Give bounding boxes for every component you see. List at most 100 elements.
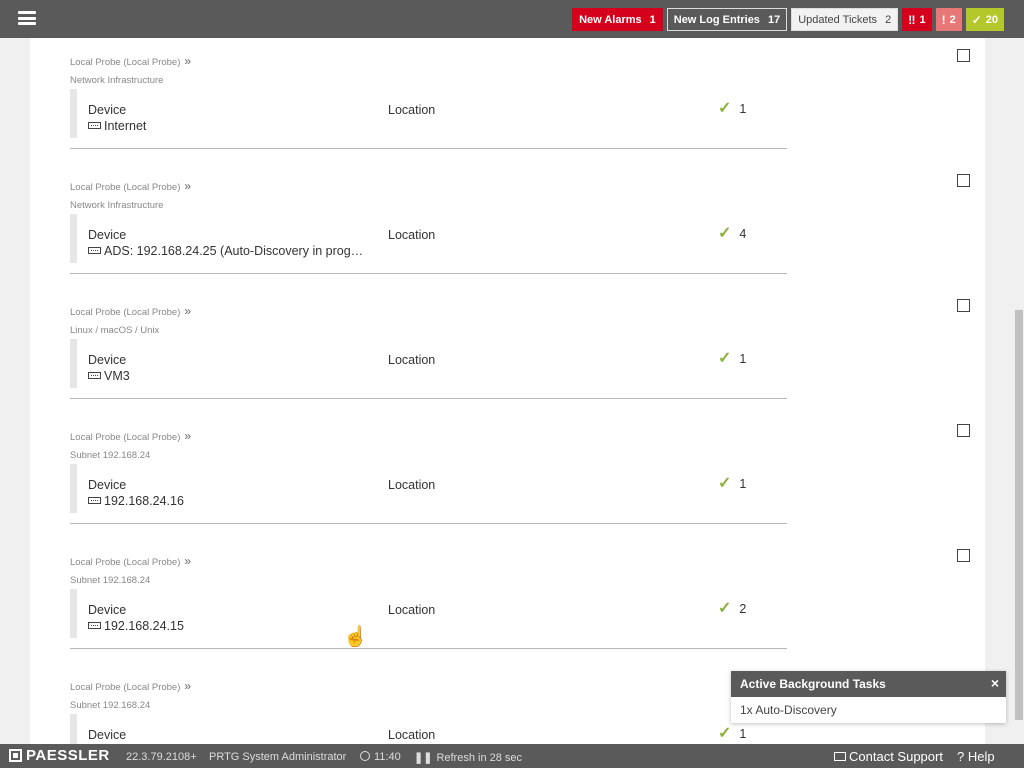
group-link[interactable]: Network Infrastructure	[70, 197, 191, 215]
row-indicator	[70, 89, 77, 138]
close-icon[interactable]: ×	[991, 675, 999, 691]
up-sensors-button[interactable]: ✓ 20	[965, 8, 1004, 31]
sensor-count: 4	[739, 227, 747, 241]
result-entry: Local Probe (Local Probe) » Subnet 192.16…	[30, 413, 985, 538]
double-chevron-icon: »	[184, 179, 192, 193]
divider	[70, 523, 787, 524]
result-entry: Local Probe (Local Probe) » Network Infra…	[30, 38, 985, 163]
status-badges: New Alarms 1 New Log Entries 17 Updated …	[572, 8, 1004, 31]
hamburger-menu-icon[interactable]	[18, 11, 36, 25]
updated-tickets-button[interactable]: Updated Tickets 2	[791, 8, 899, 31]
location-label: Location	[388, 228, 436, 242]
select-checkbox[interactable]	[957, 424, 970, 437]
result-entry: Local Probe (Local Probe) » Network Infra…	[30, 163, 985, 288]
select-checkbox[interactable]	[957, 49, 970, 62]
device-row[interactable]: Device ADS: 192.168.24.25 (Auto-Discover…	[70, 214, 787, 264]
group-link[interactable]: Subnet 192.168.24	[70, 697, 191, 715]
breadcrumb: Local Probe (Local Probe) » Linux / macOS…	[70, 302, 191, 340]
paessler-logo: PAESSLER	[9, 747, 110, 764]
probe-link[interactable]: Local Probe (Local Probe)	[70, 557, 180, 568]
divider	[70, 398, 787, 399]
probe-link[interactable]: Local Probe (Local Probe)	[70, 57, 180, 68]
device-label: Device	[88, 728, 127, 742]
contact-support-link[interactable]: Contact Support	[834, 749, 943, 764]
down-sensors-count: 1	[919, 13, 926, 26]
sensor-count: 1	[739, 352, 747, 366]
new-alarms-count: 1	[649, 13, 656, 26]
device-label: Device	[88, 103, 127, 117]
probe-link[interactable]: Local Probe (Local Probe)	[70, 432, 180, 443]
background-tasks-title: Active Background Tasks	[740, 677, 886, 691]
probe-link[interactable]: Local Probe (Local Probe)	[70, 307, 180, 318]
device-name[interactable]: Internet	[88, 119, 146, 133]
down-sensors-button[interactable]: ‼ 1	[902, 8, 932, 31]
check-icon: ✓	[718, 475, 732, 492]
group-link[interactable]: Network Infrastructure	[70, 72, 191, 90]
sensor-count: 1	[739, 477, 747, 491]
background-tasks-header: Active Background Tasks ×	[731, 671, 1006, 697]
sensor-count: 1	[739, 727, 747, 741]
device-row[interactable]: Device Internet Location ✓ 1	[70, 89, 787, 139]
select-checkbox[interactable]	[957, 174, 970, 187]
location-label: Location	[388, 353, 436, 367]
top-bar: New Alarms 1 New Log Entries 17 Updated …	[0, 0, 1024, 38]
exclamation-icon: !	[941, 12, 946, 27]
divider	[70, 648, 787, 649]
new-alarms-button[interactable]: New Alarms 1	[572, 8, 663, 31]
group-link[interactable]: Subnet 192.168.24	[70, 572, 191, 590]
check-icon: ✓	[718, 350, 732, 367]
device-row[interactable]: Device 192.168.24.16 Location ✓ 1	[70, 464, 787, 514]
device-row[interactable]: Device Location ✓ 1	[70, 714, 787, 744]
select-checkbox[interactable]	[957, 299, 970, 312]
double-chevron-icon: »	[184, 54, 192, 68]
warning-sensors-button[interactable]: ! 2	[935, 8, 962, 31]
user-link[interactable]: PRTG System Administrator	[209, 751, 346, 763]
device-icon	[88, 247, 101, 254]
new-log-entries-button[interactable]: New Log Entries 17	[666, 8, 788, 31]
logo-text: PAESSLER	[26, 747, 110, 764]
scrollbar-track[interactable]	[1014, 38, 1024, 744]
device-name[interactable]: 192.168.24.16	[88, 494, 184, 508]
sensor-count: 2	[739, 602, 747, 616]
location-label: Location	[388, 103, 436, 117]
device-name[interactable]: ADS: 192.168.24.25 (Auto-Discovery in pr…	[88, 244, 363, 258]
device-icon	[88, 622, 101, 629]
new-alarms-label: New Alarms	[579, 13, 642, 26]
device-name[interactable]: 192.168.24.15	[88, 619, 184, 633]
breadcrumb: Local Probe (Local Probe) » Subnet 192.16…	[70, 677, 191, 715]
row-indicator	[70, 339, 77, 388]
refresh-toggle[interactable]: ❚❚ Refresh in 28 sec	[414, 751, 522, 764]
up-sensors-count: 20	[985, 13, 998, 26]
group-link[interactable]: Linux / macOS / Unix	[70, 322, 191, 340]
select-checkbox[interactable]	[957, 549, 970, 562]
updated-tickets-count: 2	[885, 13, 892, 26]
result-entry: Local Probe (Local Probe) » Linux / macOS…	[30, 288, 985, 413]
probe-link[interactable]: Local Probe (Local Probe)	[70, 682, 180, 693]
help-label: Help	[967, 749, 995, 764]
results-panel: Local Probe (Local Probe) » Network Infra…	[30, 38, 985, 744]
row-indicator	[70, 464, 77, 513]
group-link[interactable]: Subnet 192.168.24	[70, 447, 191, 465]
device-label: Device	[88, 228, 127, 242]
double-exclamation-icon: ‼	[908, 12, 916, 27]
probe-link[interactable]: Local Probe (Local Probe)	[70, 182, 180, 193]
clock-icon	[360, 751, 370, 761]
time-display: 11:40	[360, 751, 401, 763]
help-link[interactable]: ? Help	[957, 749, 995, 764]
device-row[interactable]: Device VM3 Location ✓ 1	[70, 339, 787, 389]
time-text: 11:40	[374, 751, 401, 763]
footer-bar: PAESSLER 22.3.79.2108+ PRTG System Admin…	[0, 744, 1024, 768]
checkmark-icon: ✓	[971, 12, 982, 27]
row-indicator	[70, 214, 77, 263]
device-row[interactable]: Device 192.168.24.15 Location ✓ 2	[70, 589, 787, 639]
envelope-icon	[834, 752, 846, 761]
location-label: Location	[388, 728, 436, 742]
device-name-text: 192.168.24.16	[104, 494, 184, 508]
double-chevron-icon: »	[184, 429, 192, 443]
check-icon: ✓	[718, 725, 732, 742]
scrollbar-thumb[interactable]	[1015, 310, 1023, 720]
contact-support-label: Contact Support	[849, 749, 943, 764]
question-icon: ?	[957, 749, 965, 764]
device-name[interactable]: VM3	[88, 369, 130, 383]
double-chevron-icon: »	[184, 554, 192, 568]
